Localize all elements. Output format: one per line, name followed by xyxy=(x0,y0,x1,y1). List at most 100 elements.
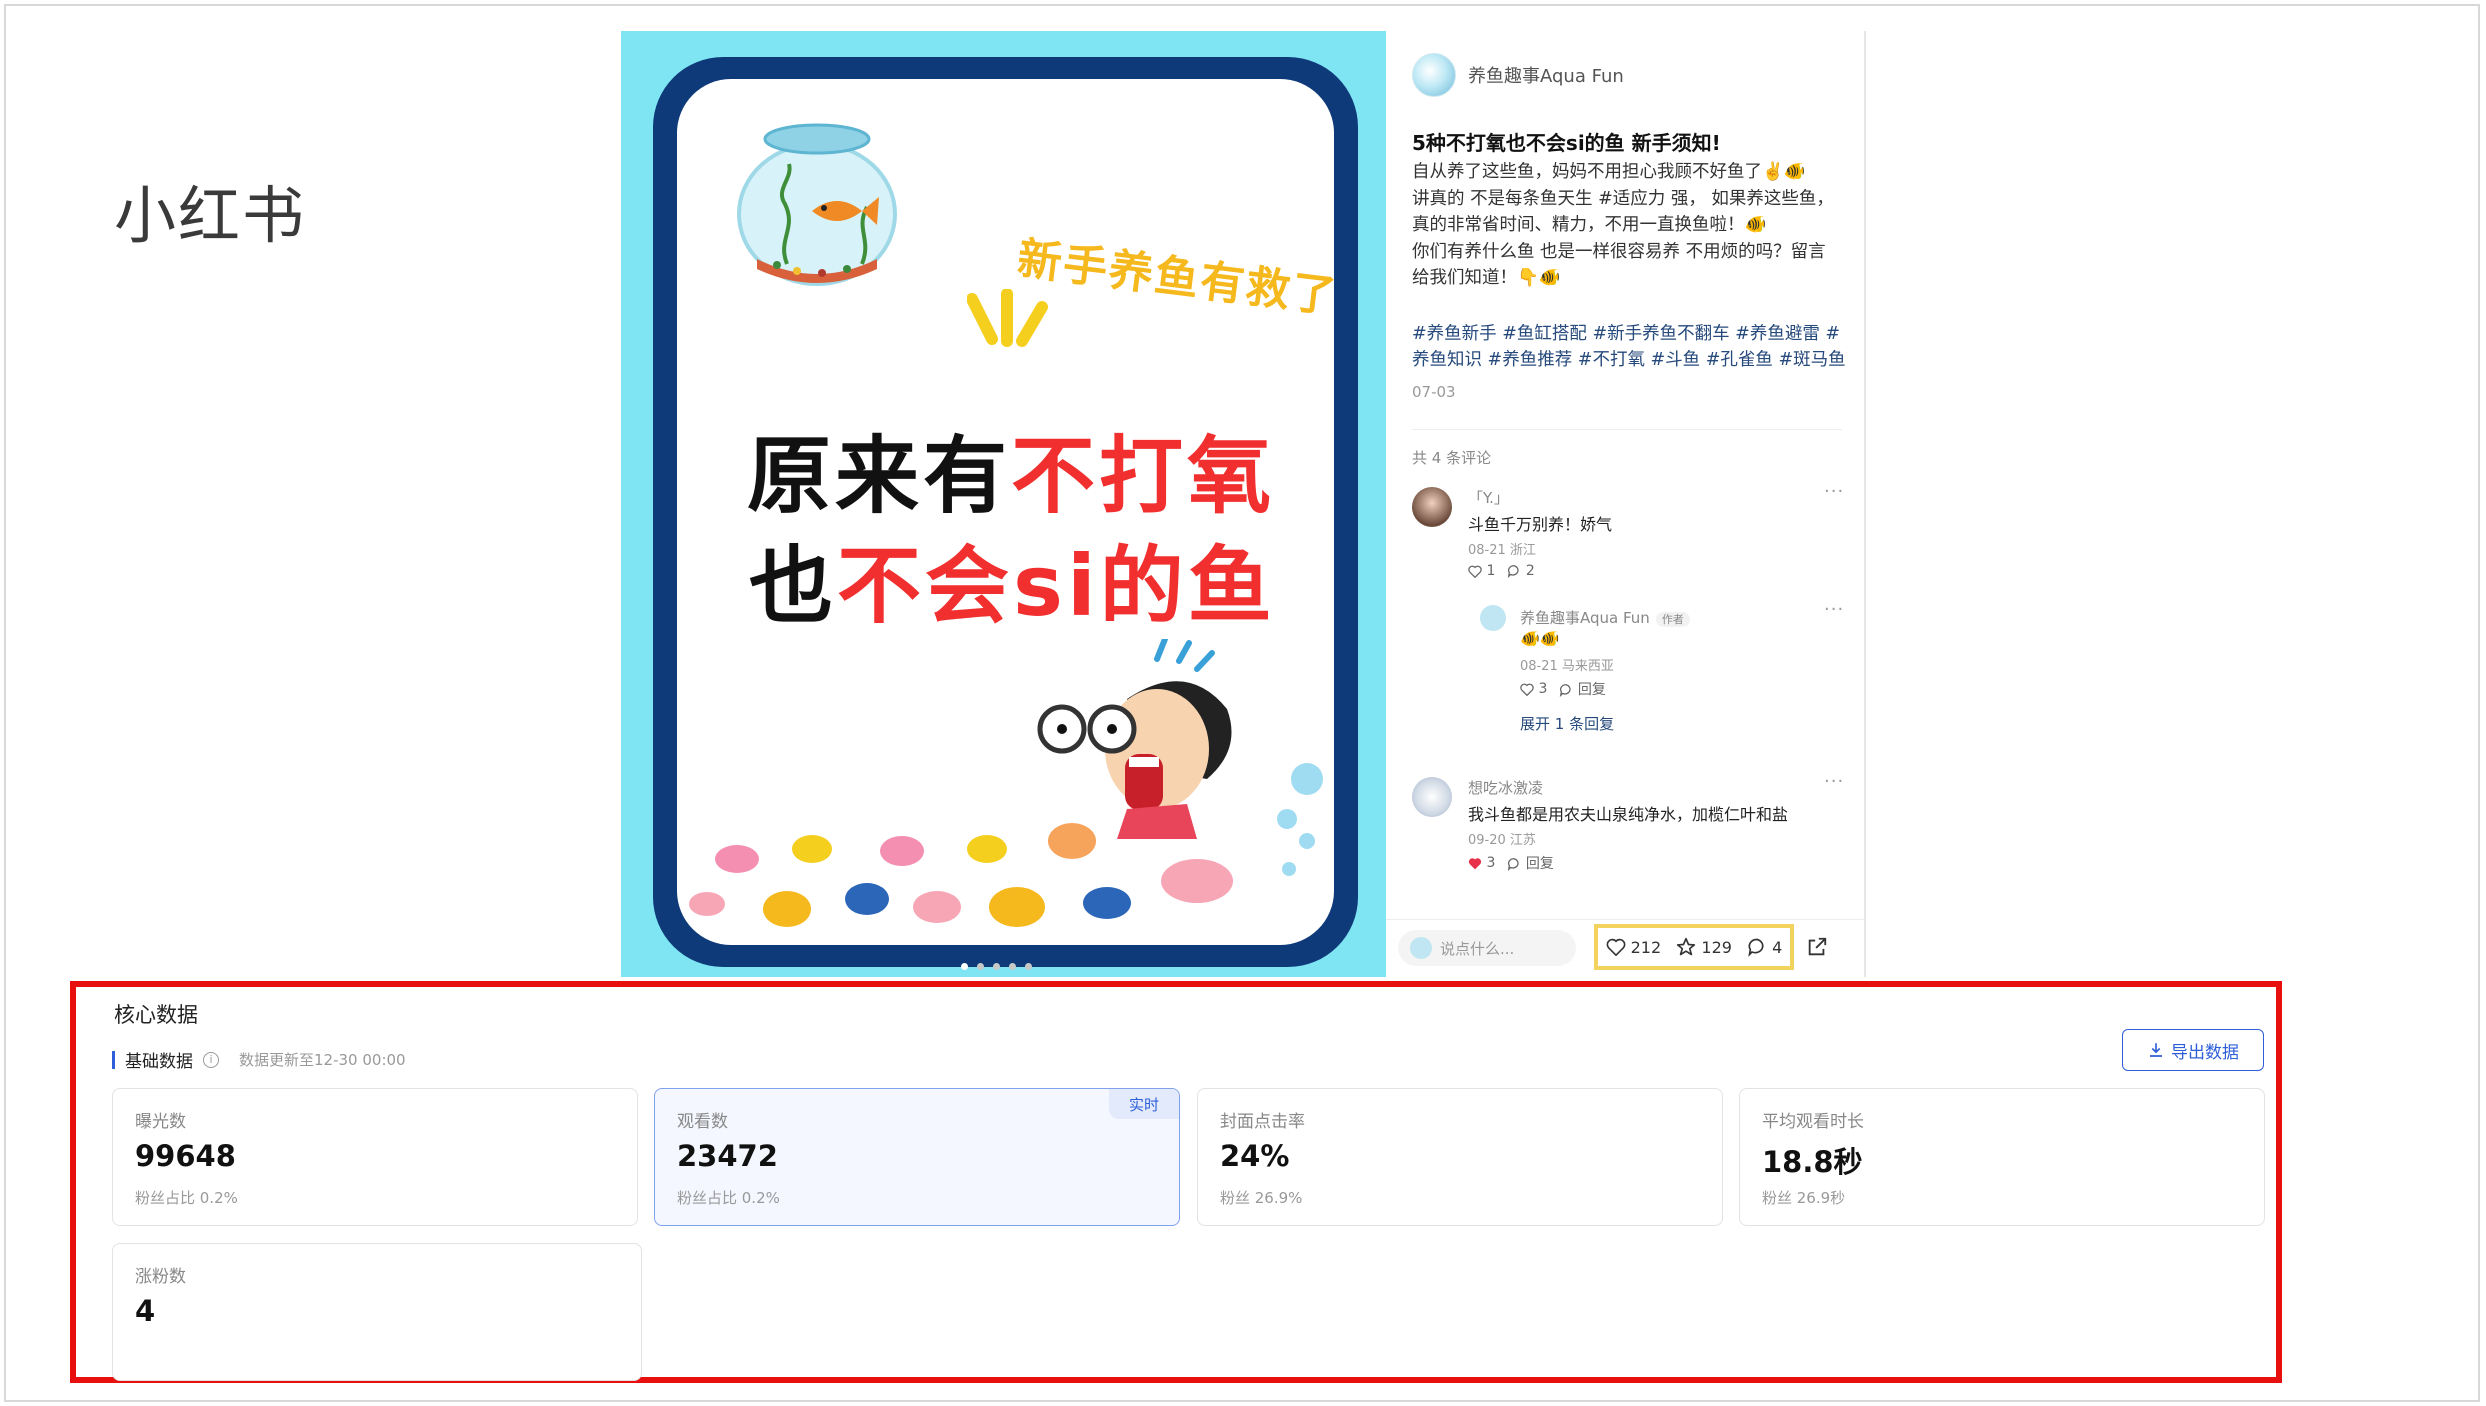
share-icon xyxy=(1808,937,1827,956)
reply-label: 回复 xyxy=(1525,856,1554,872)
heart-icon xyxy=(1468,565,1482,578)
heart-icon xyxy=(1606,938,1626,956)
commenter-avatar[interactable] xyxy=(1412,777,1452,817)
metric-value: 18.8秒 xyxy=(1762,1145,1863,1179)
post-detail-panel: 养鱼趣事Aqua Fun 5种不打氧也不会si的鱼 新手须知! 自从养了这些鱼，… xyxy=(1386,31,1866,977)
commenter-avatar[interactable] xyxy=(1412,487,1452,527)
headline-line-2: 也不会si的鱼 xyxy=(749,519,1276,640)
metric-label: 曝光数 xyxy=(135,1112,186,1132)
post-image[interactable]: 新手养鱼有救了! 原来有不打氧 也不会si的鱼 xyxy=(621,31,1386,977)
comment-meta: 08-21 浙江 xyxy=(1468,543,1536,558)
more-options-icon[interactable]: ··· xyxy=(1824,599,1844,620)
metric-label: 涨粉数 xyxy=(135,1267,186,1287)
chat-bubble-icon xyxy=(1508,858,1520,872)
metric-value: 23472 xyxy=(677,1139,778,1173)
headline-2-red: 不会si的鱼 xyxy=(837,537,1276,635)
fish-school-illustration xyxy=(689,823,1233,927)
comment-username[interactable]: 想吃冰激凌 xyxy=(1468,777,1543,798)
comment-actions: 3 回复 xyxy=(1520,679,1606,699)
pager-dot[interactable] xyxy=(993,963,1000,970)
comment-meta: 08-21 马来西亚 xyxy=(1520,659,1614,674)
like-button[interactable]: 212 xyxy=(1606,937,1662,957)
expand-replies-link[interactable]: 展开 1 条回复 xyxy=(1520,713,1614,734)
engagement-stats-highlight: 212 129 4 xyxy=(1594,924,1794,970)
comment-item: 想吃冰激凌 我斗鱼都是用农夫山泉纯净水，加榄仁叶和盐 09-20 江苏 3 回复… xyxy=(1412,771,1852,887)
more-options-icon[interactable]: ··· xyxy=(1824,481,1844,502)
pager-dot[interactable] xyxy=(1025,963,1032,970)
metric-label: 观看数 xyxy=(677,1112,728,1132)
fishbowl-illustration xyxy=(737,123,897,286)
headline-line-1: 原来有不打氧 xyxy=(747,409,1275,530)
poster-frame: 新手养鱼有救了! 原来有不打氧 也不会si的鱼 xyxy=(653,57,1358,967)
comment-reply-button[interactable]: 2 xyxy=(1507,563,1535,579)
author-avatar[interactable] xyxy=(1412,53,1456,97)
author-row[interactable]: 养鱼趣事Aqua Fun xyxy=(1412,53,1624,97)
comment-like-count: 3 xyxy=(1538,681,1548,697)
headline-tag: 新手养鱼有救了! xyxy=(1014,233,1334,326)
comment-input-placeholder: 说点什么... xyxy=(1440,939,1515,958)
tab-basic-data[interactable]: 基础数据 xyxy=(125,1047,193,1072)
comment-item: 「Y.」 斗鱼千万别养！娇气 08-21 浙江 1 2 ··· xyxy=(1412,481,1852,607)
comment-total: 4 xyxy=(1772,937,1783,957)
comment-reply-button[interactable]: 回复 xyxy=(1559,679,1606,699)
chat-bubble-icon xyxy=(1560,684,1572,698)
comment-like-button[interactable]: 3 xyxy=(1468,855,1495,871)
image-pager[interactable] xyxy=(961,963,1032,970)
shocked-character-illustration xyxy=(1037,639,1232,839)
heart-icon xyxy=(1520,683,1534,696)
share-button[interactable] xyxy=(1806,936,1828,962)
tab-indicator xyxy=(112,1050,115,1069)
divider xyxy=(1412,429,1842,430)
metric-value: 99648 xyxy=(135,1139,236,1173)
commenter-avatar[interactable] xyxy=(1480,605,1506,631)
comment-username[interactable]: 「Y.」 xyxy=(1468,487,1509,508)
comment-meta: 09-20 江苏 xyxy=(1468,833,1536,848)
metric-card-impressions[interactable]: 曝光数 99648 粉丝占比 0.2% xyxy=(112,1088,638,1226)
metric-card-avg-watch-time[interactable]: 平均观看时长 18.8秒 粉丝 26.9秒 xyxy=(1739,1088,2265,1226)
comment-text: 🐠🐠 xyxy=(1520,629,1560,648)
like-count: 212 xyxy=(1630,937,1662,957)
comment-button[interactable]: 4 xyxy=(1747,937,1782,957)
star-icon xyxy=(1677,937,1696,956)
author-name[interactable]: 养鱼趣事Aqua Fun xyxy=(1468,62,1624,88)
heart-filled-icon xyxy=(1468,857,1482,869)
metric-sub: 粉丝 26.9秒 xyxy=(1762,1189,1846,1207)
comment-like-button[interactable]: 3 xyxy=(1520,681,1547,697)
reply-username[interactable]: 养鱼趣事Aqua Fun xyxy=(1520,609,1650,627)
metric-sub: 粉丝占比 0.2% xyxy=(677,1189,780,1207)
metric-label: 封面点击率 xyxy=(1220,1112,1305,1132)
app-label: 小红书 xyxy=(114,179,307,252)
metric-label: 平均观看时长 xyxy=(1762,1112,1864,1132)
collect-button[interactable]: 129 xyxy=(1676,937,1732,957)
comment-reply-count: 2 xyxy=(1525,563,1535,579)
metric-card-views[interactable]: 实时 观看数 23472 粉丝占比 0.2% xyxy=(654,1088,1180,1226)
comment-reply-button[interactable]: 回复 xyxy=(1507,853,1554,873)
metric-card-new-followers[interactable]: 涨粉数 4 xyxy=(112,1243,642,1381)
export-label: 导出数据 xyxy=(2171,1042,2239,1063)
metric-value: 24% xyxy=(1220,1139,1290,1173)
more-options-icon[interactable]: ··· xyxy=(1824,771,1844,792)
comment-like-button[interactable]: 1 xyxy=(1468,563,1495,579)
pager-dot[interactable] xyxy=(977,963,984,970)
metric-sub: 粉丝 26.9% xyxy=(1220,1189,1303,1207)
post-hashtags[interactable]: #养鱼新手 #鱼缸搭配 #新手养鱼不翻车 #养鱼避雷 #养鱼知识 #养鱼推荐 #… xyxy=(1412,321,1852,373)
download-icon xyxy=(2150,1043,2162,1057)
post-body: 自从养了这些鱼，妈妈不用担心我顾不好鱼了✌️🐠 讲真的 不是每条鱼天生 #适应力… xyxy=(1412,162,1834,288)
chat-bubble-icon xyxy=(1508,565,1520,579)
headline-1-red: 不打氧 xyxy=(1011,427,1276,525)
export-data-button[interactable]: 导出数据 xyxy=(2122,1029,2264,1071)
author-badge: 作者 xyxy=(1655,612,1690,627)
pager-dot[interactable] xyxy=(1009,963,1016,970)
info-icon[interactable]: i xyxy=(203,1051,219,1068)
comment-like-count: 3 xyxy=(1486,855,1496,871)
reply-label: 回复 xyxy=(1577,682,1606,698)
headline-1-dark: 原来有 xyxy=(747,427,1012,525)
metric-card-cover-ctr[interactable]: 封面点击率 24% 粉丝 26.9% xyxy=(1197,1088,1723,1226)
comment-like-count: 1 xyxy=(1486,563,1496,579)
comment-username[interactable]: 养鱼趣事Aqua Fun 作者 xyxy=(1520,607,1690,628)
headline-2-dark: 也 xyxy=(749,537,838,635)
collect-count: 129 xyxy=(1701,937,1732,957)
pager-dot[interactable] xyxy=(961,963,968,970)
post-title: 5种不打氧也不会si的鱼 新手须知! xyxy=(1412,131,1721,155)
comment-input[interactable]: 说点什么... xyxy=(1398,930,1576,966)
